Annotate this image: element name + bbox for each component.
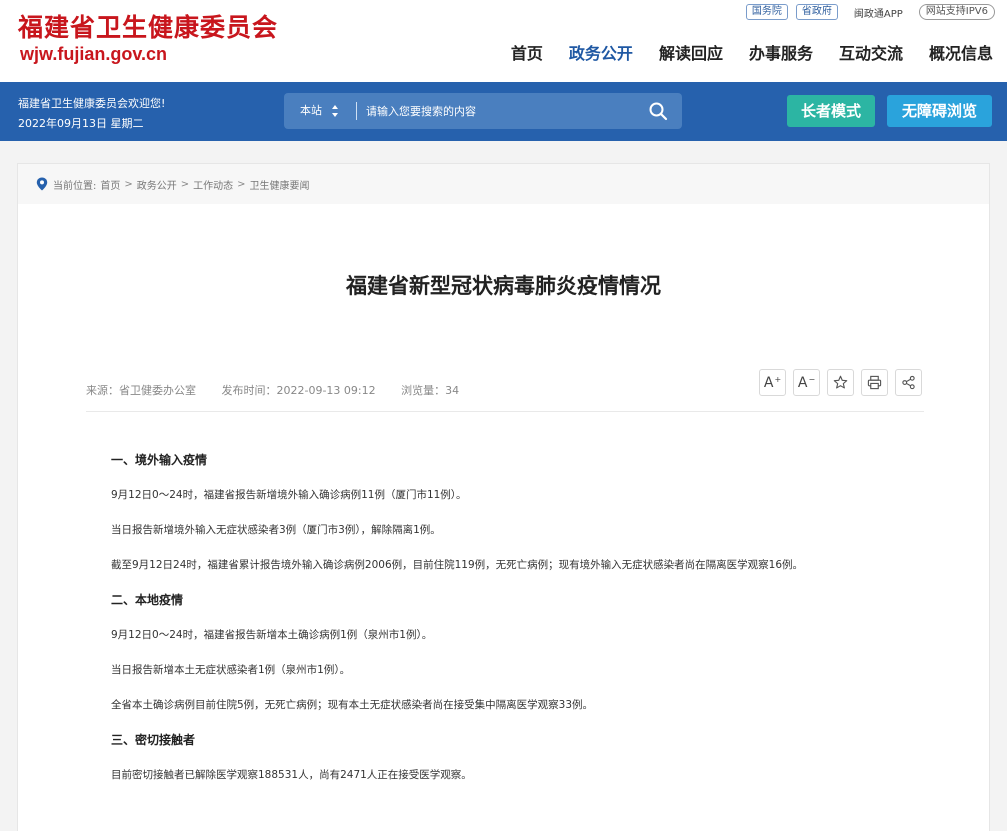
elder-mode-button[interactable]: 长者模式 bbox=[787, 95, 875, 127]
article-title: 福建省新型冠状病毒肺炎疫情情况 bbox=[346, 274, 661, 298]
breadcrumb-separator: > bbox=[180, 178, 190, 190]
printer-icon bbox=[867, 375, 882, 390]
top-links: 国务院 省政府 闽政通APP 网站支持IPV6 bbox=[738, 4, 995, 20]
article-tools: A + A − bbox=[759, 369, 922, 396]
nav-services[interactable]: 办事服务 bbox=[749, 40, 813, 64]
print-button[interactable] bbox=[861, 369, 888, 396]
search-box: 本站 bbox=[284, 93, 682, 129]
meta-divider bbox=[86, 411, 924, 412]
section-heading-close-contacts: 三、密切接触者 bbox=[111, 733, 196, 747]
accessible-browse-button[interactable]: 无障碍浏览 bbox=[887, 95, 992, 127]
provincial-gov-link[interactable]: 省政府 bbox=[795, 4, 838, 20]
font-smaller-button[interactable]: A − bbox=[793, 369, 820, 396]
current-date: 2022年09月13日 星期二 bbox=[18, 117, 144, 130]
state-council-link[interactable]: 国务院 bbox=[745, 4, 788, 20]
nav-interaction[interactable]: 互动交流 bbox=[839, 40, 903, 64]
search-divider bbox=[356, 102, 357, 120]
welcome-text: 福建省卫生健康委员会欢迎您! bbox=[18, 97, 166, 110]
article-paragraph: 截至9月12日24时，福建省累计报告境外输入确诊病例2006例，目前住院119例… bbox=[111, 559, 804, 571]
nav-home[interactable]: 首页 bbox=[511, 40, 543, 64]
top-bar: 福建省卫生健康委员会欢迎您! 2022年09月13日 星期二 本站 长者模式 无… bbox=[0, 82, 1007, 141]
article-paragraph: 当日报告新增本土无症状感染者1例（泉州市1例）。 bbox=[111, 664, 351, 676]
search-icon[interactable] bbox=[648, 101, 668, 121]
font-larger-button[interactable]: A + bbox=[759, 369, 786, 396]
minus-icon: − bbox=[808, 375, 816, 384]
nav-interpretation[interactable]: 解读回应 bbox=[659, 40, 723, 64]
breadcrumb-health-news[interactable]: 卫生健康要闻 bbox=[250, 177, 310, 192]
select-arrows-icon[interactable] bbox=[332, 105, 339, 117]
article-paragraph: 目前密切接触者已解除医学观察188531人，尚有2471人正在接受医学观察。 bbox=[111, 769, 472, 781]
article-card: 当前位置: 首页 > 政务公开 > 工作动态 > 卫生健康要闻 福建省新型冠状病… bbox=[17, 163, 990, 831]
breadcrumb-separator: > bbox=[237, 178, 246, 190]
article-paragraph: 当日报告新增境外输入无症状感染者3例（厦门市3例），解除隔离1例。 bbox=[111, 524, 441, 536]
article-paragraph: 9月12日0～24时，福建省报告新增境外输入确诊病例11例（厦门市11例）。 bbox=[111, 489, 467, 501]
site-header: 福建省卫生健康委员会 wjw.fujian.gov.cn 国务院 省政府 闽政通… bbox=[0, 0, 1007, 82]
plus-icon: + bbox=[774, 375, 782, 384]
main-nav: 首页 政务公开 解读回应 办事服务 互动交流 概况信息 bbox=[485, 40, 993, 64]
nav-overview[interactable]: 概况信息 bbox=[929, 40, 993, 64]
welcome-block: 福建省卫生健康委员会欢迎您! 2022年09月13日 星期二 bbox=[18, 94, 165, 134]
location-pin-icon bbox=[36, 177, 48, 191]
breadcrumb-separator: > bbox=[124, 178, 133, 190]
font-smaller-label: A bbox=[797, 374, 808, 391]
share-icon bbox=[902, 375, 915, 390]
share-button[interactable] bbox=[895, 369, 922, 396]
search-scope-select[interactable]: 本站 bbox=[300, 93, 322, 129]
site-logo-title[interactable]: 福建省卫生健康委员会 bbox=[18, 8, 278, 44]
favorite-button[interactable] bbox=[827, 369, 854, 396]
ipv6-badge: 网站支持IPV6 bbox=[918, 4, 995, 20]
article-paragraph: 全省本土确诊病例目前住院5例，无死亡病例；现有本土无症状感染者尚在接受集中隔离医… bbox=[111, 699, 594, 711]
star-icon bbox=[833, 375, 848, 389]
breadcrumb-prefix: 当前位置: bbox=[53, 180, 97, 192]
breadcrumb-home[interactable]: 首页 bbox=[100, 177, 120, 192]
app-link[interactable]: 闽政通APP bbox=[854, 5, 903, 20]
breadcrumb-government-affairs[interactable]: 政务公开 bbox=[137, 177, 177, 192]
article-views: 浏览量：34 bbox=[401, 384, 460, 397]
article-published-time: 发布时间：2022-09-13 09:12 bbox=[221, 384, 376, 397]
article-source: 来源：省卫健委办公室 bbox=[86, 384, 196, 397]
nav-government-affairs[interactable]: 政务公开 bbox=[569, 40, 633, 64]
breadcrumb: 当前位置: 首页 > 政务公开 > 工作动态 > 卫生健康要闻 bbox=[18, 164, 989, 204]
article-meta: 来源：省卫健委办公室 发布时间：2022-09-13 09:12 浏览量：34 bbox=[86, 382, 481, 398]
section-heading-local: 二、本地疫情 bbox=[111, 593, 184, 607]
font-larger-label: A bbox=[763, 374, 774, 391]
search-input[interactable] bbox=[366, 99, 626, 123]
article-body: 一、境外输入疫情 9月12日0～24时，福建省报告新增境外输入确诊病例11例（厦… bbox=[111, 452, 931, 802]
section-heading-imported: 一、境外输入疫情 bbox=[111, 453, 208, 467]
breadcrumb-work-news[interactable]: 工作动态 bbox=[193, 177, 233, 192]
site-logo-url[interactable]: wjw.fujian.gov.cn bbox=[20, 44, 167, 65]
article-paragraph: 9月12日0～24时，福建省报告新增本土确诊病例1例（泉州市1例）。 bbox=[111, 629, 433, 641]
